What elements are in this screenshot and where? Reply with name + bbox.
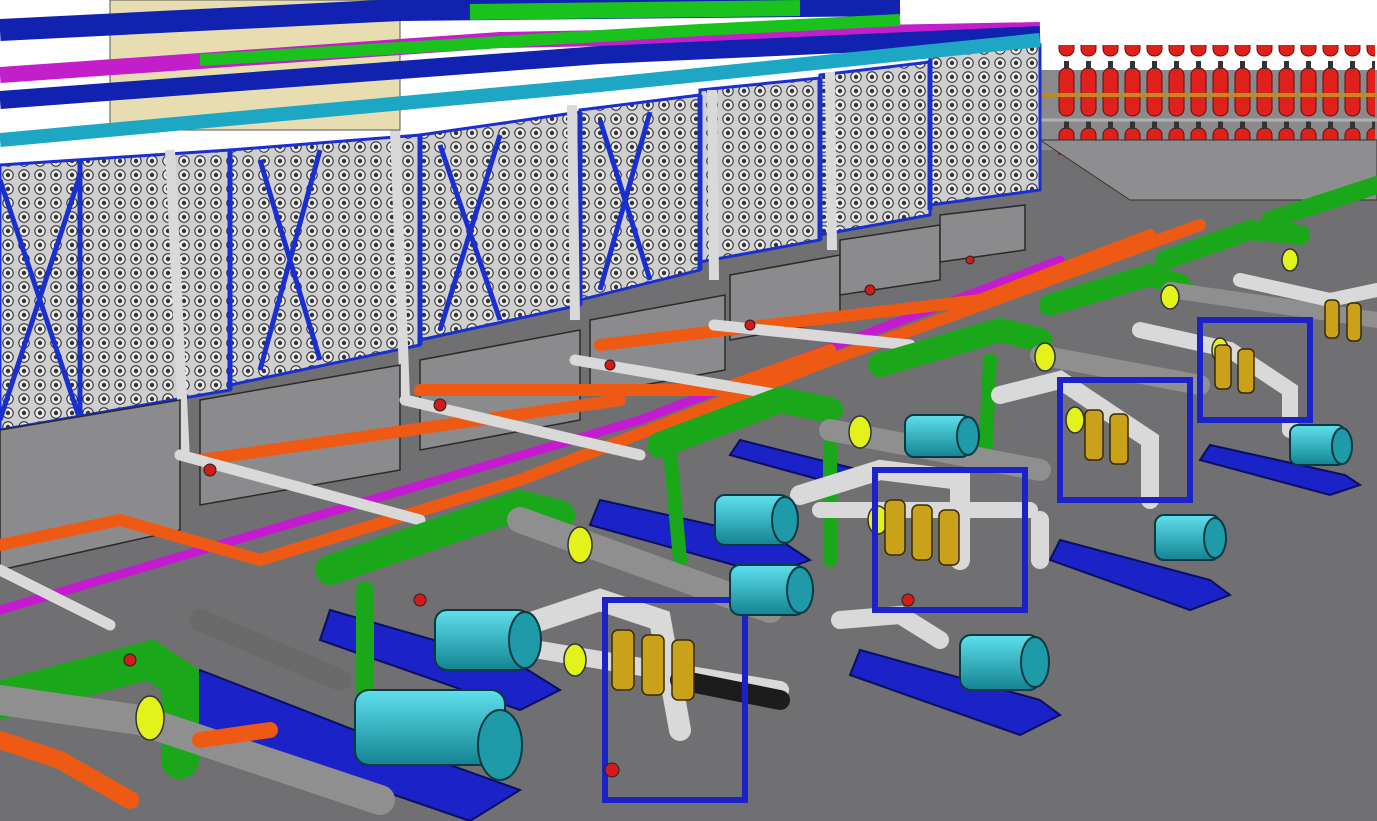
motor-2 bbox=[434, 609, 542, 671]
motor-7 bbox=[1154, 514, 1227, 561]
motor-6 bbox=[904, 414, 980, 458]
motor-4 bbox=[729, 564, 814, 616]
motor-8 bbox=[1289, 424, 1353, 466]
motor-3 bbox=[714, 494, 799, 546]
motor-5 bbox=[959, 634, 1050, 691]
ro-plant-3d-view bbox=[0, 0, 1377, 821]
